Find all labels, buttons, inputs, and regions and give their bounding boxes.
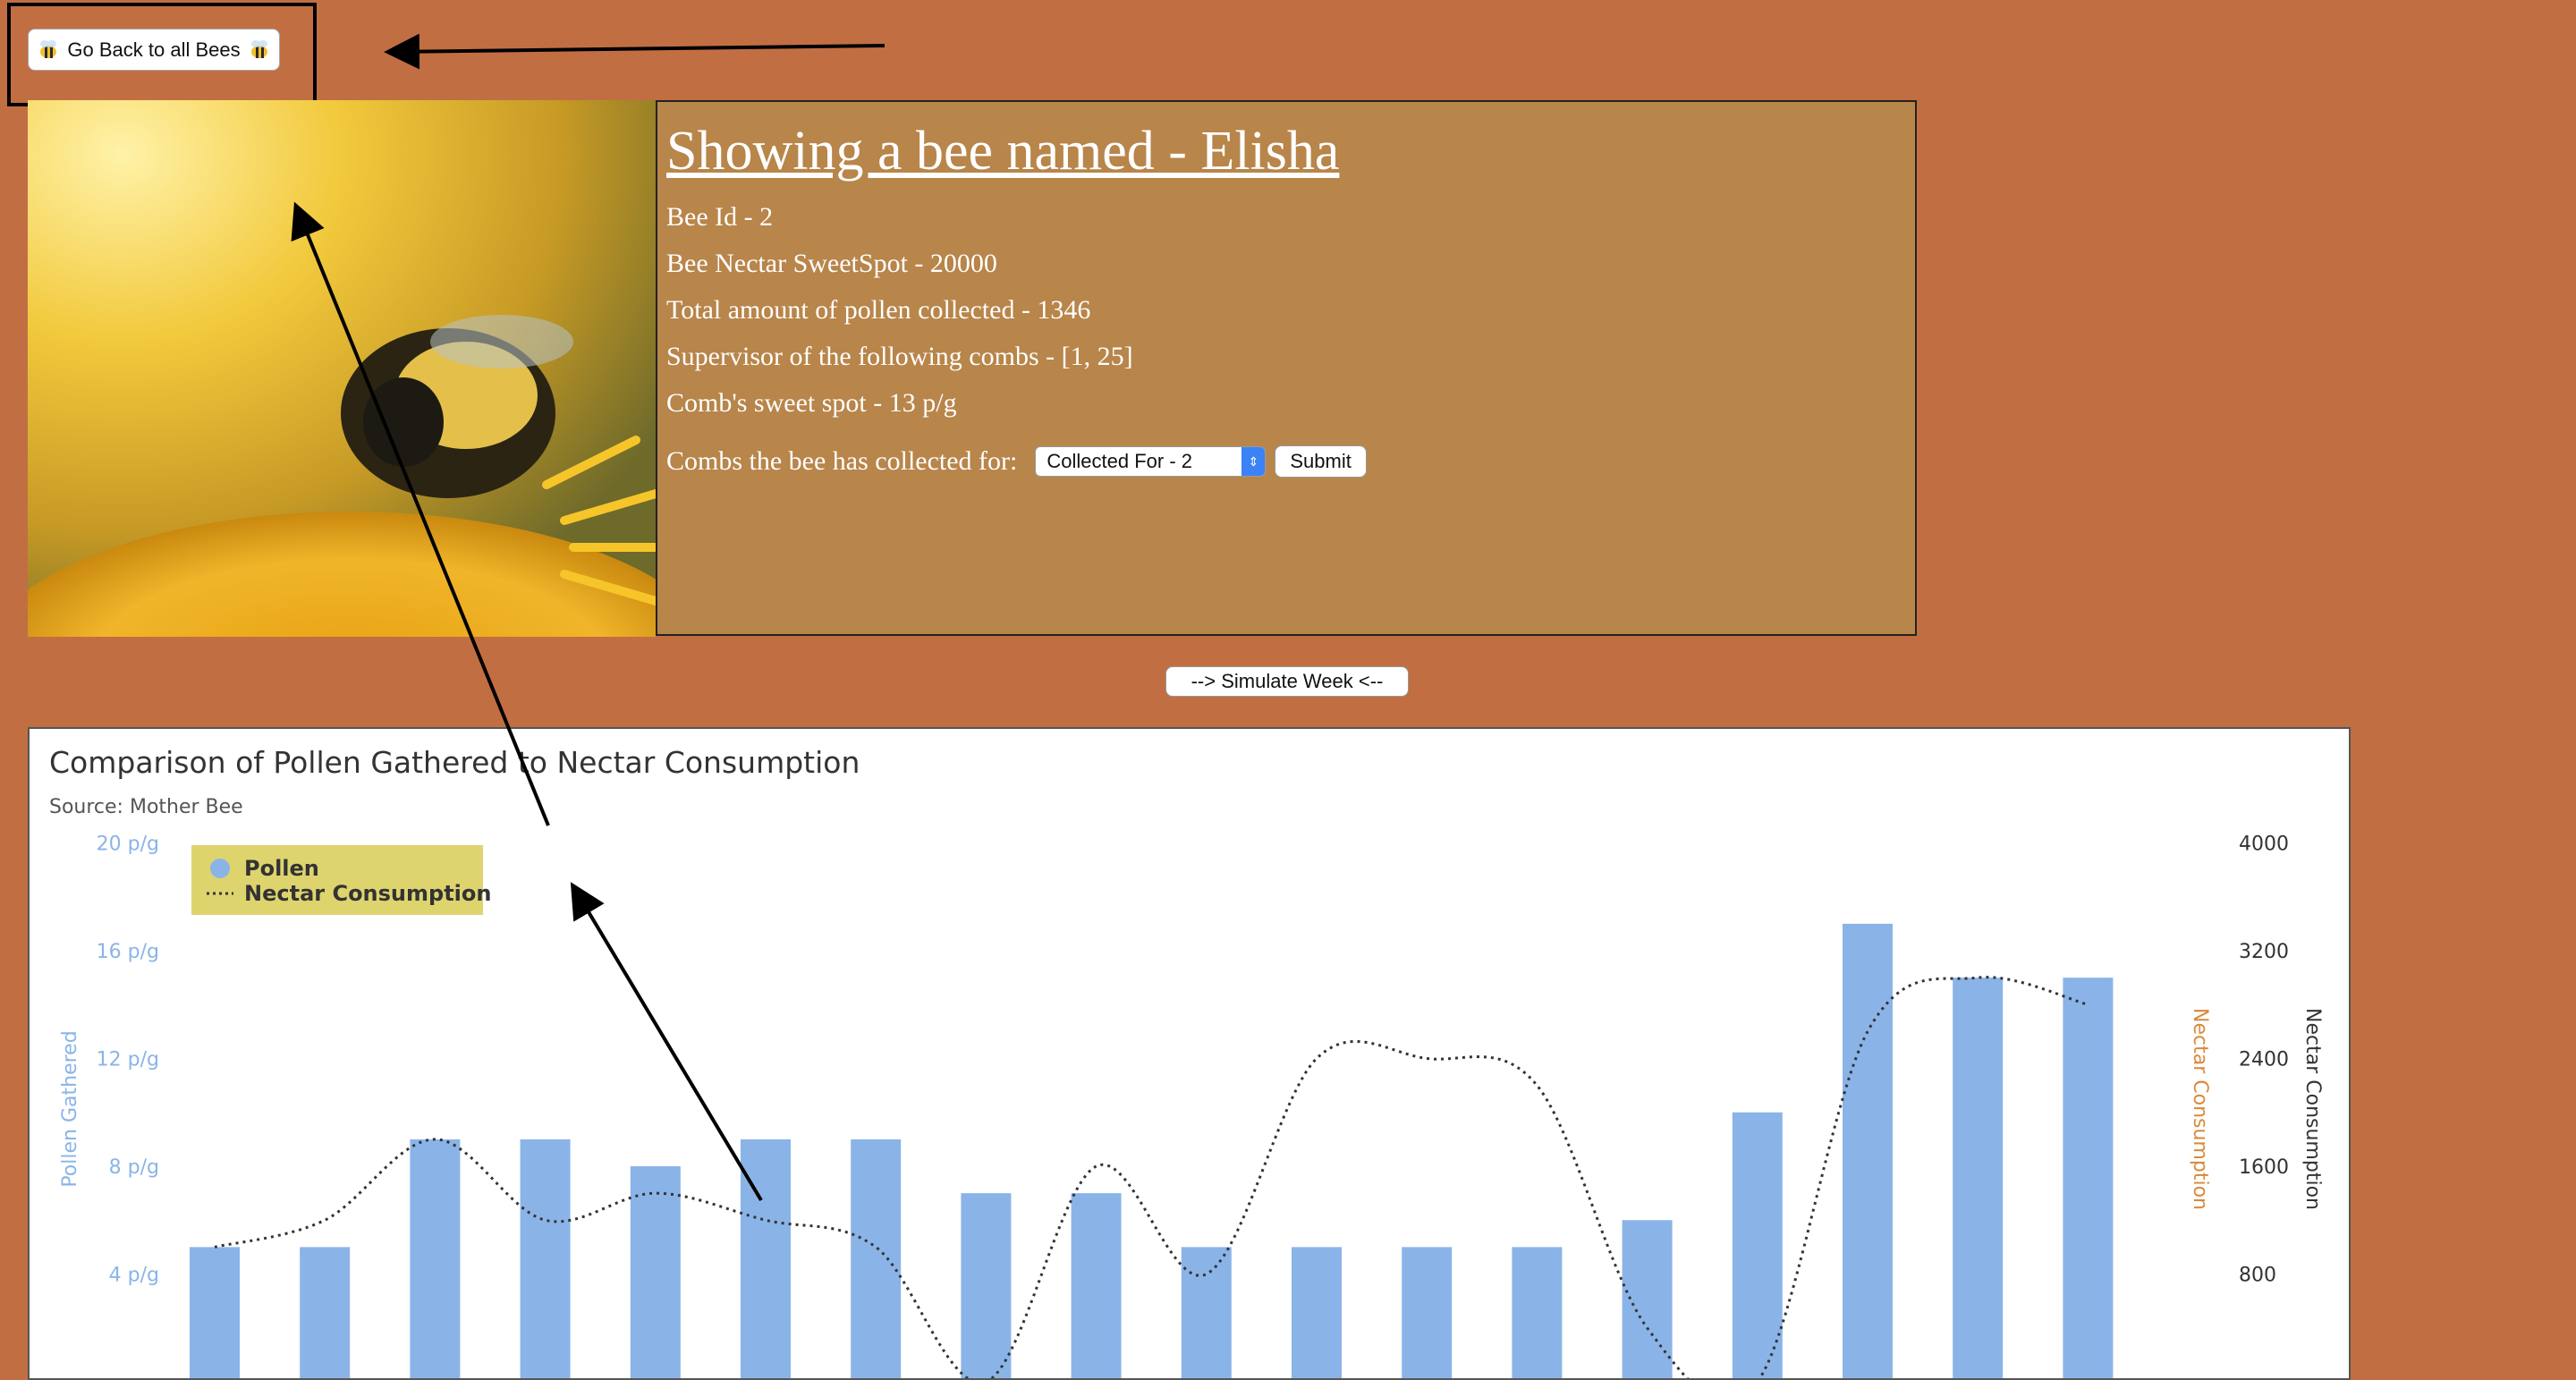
arrow-to-photo <box>291 201 550 826</box>
arrow-to-back-button <box>384 33 886 70</box>
annotation-arrows <box>291 33 886 1202</box>
arrow-to-legend <box>570 882 763 1202</box>
